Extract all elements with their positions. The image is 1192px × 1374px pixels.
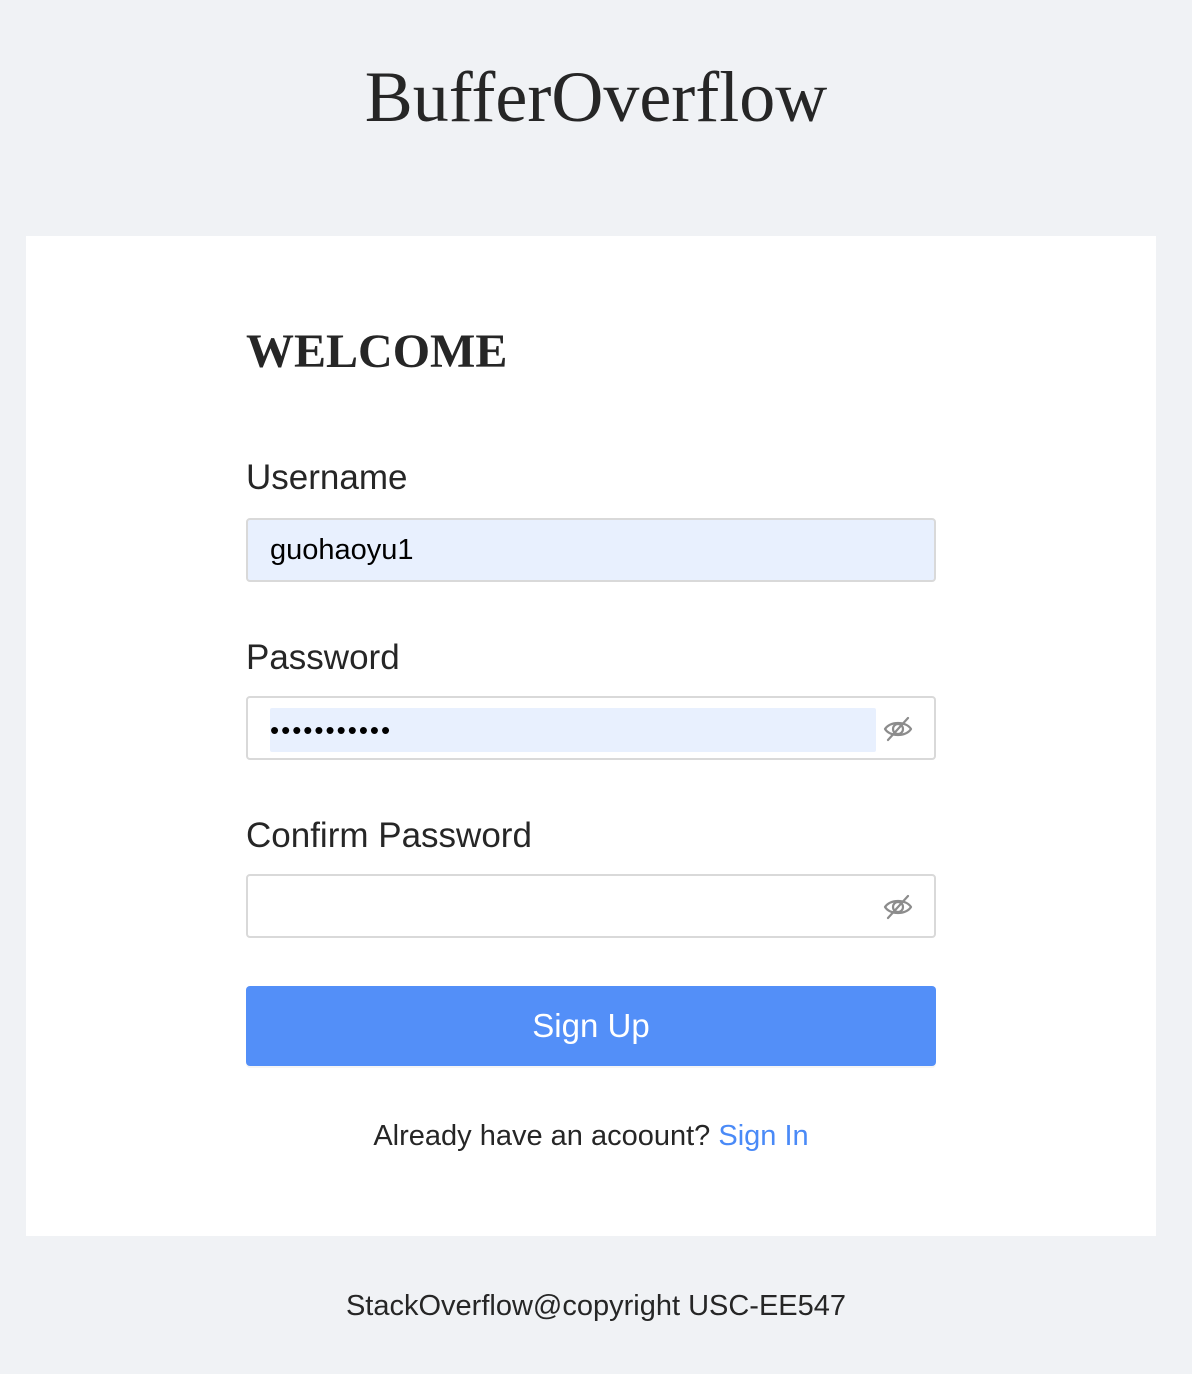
eye-off-icon[interactable] (882, 891, 914, 923)
username-label: Username (246, 458, 408, 497)
welcome-heading: WELCOME (246, 325, 508, 378)
confirm-password-field[interactable] (246, 874, 936, 938)
signup-card: WELCOME Username Password Confirm Passwo… (26, 236, 1156, 1236)
confirm-password-label: Confirm Password (246, 816, 532, 855)
signin-prompt-row: Already have an acoount? Sign In (246, 1116, 936, 1156)
signin-prompt-text: Already have an acoount? (373, 1120, 711, 1152)
username-field[interactable] (246, 518, 936, 582)
confirm-password-input[interactable] (270, 886, 876, 930)
password-field[interactable] (246, 696, 936, 760)
sign-up-button[interactable]: Sign Up (246, 986, 936, 1066)
sign-in-link[interactable]: Sign In (718, 1120, 808, 1152)
password-label: Password (246, 638, 400, 677)
eye-off-icon[interactable] (882, 713, 914, 745)
password-input[interactable] (270, 708, 876, 752)
username-input[interactable] (270, 528, 910, 572)
footer-copyright: StackOverflow@copyright USC-EE547 (345, 1290, 847, 1322)
site-title: BufferOverflow (364, 57, 828, 137)
